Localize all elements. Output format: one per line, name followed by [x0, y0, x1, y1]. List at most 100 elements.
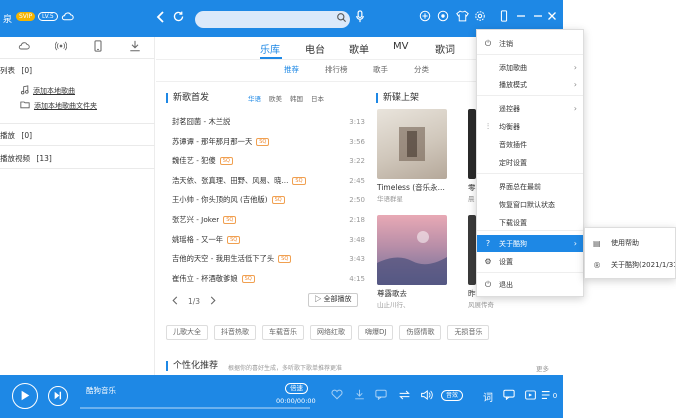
mic-icon[interactable]: [353, 10, 367, 24]
tab-library[interactable]: 乐库: [260, 41, 280, 56]
settings-icon[interactable]: [473, 10, 487, 24]
playback-mode-icon[interactable]: [523, 389, 537, 403]
song-row[interactable]: 封茗囧菌 - 木兰説 3:13: [172, 115, 365, 129]
album-cover[interactable]: [377, 109, 447, 179]
tab-lyrics[interactable]: 歌词: [435, 41, 455, 56]
menu-item[interactable]: ⚙ 设置: [477, 253, 583, 270]
song-name[interactable]: 王小帅 - 你头顶的风 (吉他版): [172, 195, 268, 205]
song-name[interactable]: 封茗囧菌 - 木兰説: [172, 117, 230, 127]
menu-item[interactable]: 遥控器 ›: [477, 100, 583, 117]
more-link[interactable]: 更多: [536, 363, 549, 373]
next-page-icon[interactable]: [210, 296, 216, 307]
menu-item[interactable]: 音效插件: [477, 136, 583, 153]
close-icon[interactable]: [545, 10, 559, 24]
menu-item[interactable]: ⏻ 注销: [477, 35, 583, 52]
subtab-singers[interactable]: 歌手: [373, 64, 388, 75]
subtab-charts[interactable]: 排行榜: [325, 64, 348, 75]
now-playing-title[interactable]: 酷狗音乐: [86, 385, 116, 396]
search-input[interactable]: [195, 11, 350, 28]
refresh-icon[interactable]: [171, 10, 185, 24]
album-artist[interactable]: 风展传奇: [468, 299, 494, 309]
level-badge[interactable]: LV.5: [38, 12, 58, 21]
album-title[interactable]: Timeless (音乐永...: [377, 182, 457, 193]
user-name[interactable]: 泉: [3, 12, 12, 25]
back-icon[interactable]: [154, 10, 168, 24]
loop-mode-icon[interactable]: [397, 389, 411, 403]
album-artist[interactable]: 山止川行、: [377, 299, 410, 309]
game-icon[interactable]: [436, 10, 450, 24]
cloud-tab-icon[interactable]: [17, 40, 31, 54]
menu-item[interactable]: ? 关于酷狗 ›: [477, 235, 583, 252]
song-name[interactable]: 张艺兴 - Joker: [172, 215, 219, 225]
search-icon[interactable]: [336, 12, 348, 24]
volume-icon[interactable]: [419, 389, 433, 403]
album-cover[interactable]: [468, 215, 476, 285]
album-artist[interactable]: 华语群星: [377, 193, 403, 203]
menu-item[interactable]: 恢复窗口默认状态: [477, 196, 583, 213]
menu-item[interactable]: 界面总在最前: [477, 178, 583, 195]
minimize-icon[interactable]: [514, 10, 528, 24]
tab-radio[interactable]: 电台: [305, 41, 325, 56]
cloud-icon[interactable]: [60, 10, 74, 24]
album-cover[interactable]: [468, 109, 476, 179]
song-row[interactable]: 苏谭谭 - 那年那月那一天 SQ 3:56: [172, 135, 365, 149]
filter-western[interactable]: 欧美: [269, 93, 282, 103]
category-chip[interactable]: 网络红歌: [310, 325, 352, 340]
song-name[interactable]: 浩天依、张真理、田野、风易、晓...: [172, 176, 288, 186]
menu-item[interactable]: ⏻ 退出: [477, 276, 583, 293]
category-chip[interactable]: 儿歌大全: [166, 325, 208, 340]
vip-badge[interactable]: SVIP: [16, 12, 36, 21]
category-chip[interactable]: 车载音乐: [262, 325, 304, 340]
play-button[interactable]: [12, 383, 38, 409]
tab-mv[interactable]: MV: [393, 41, 408, 52]
menu-item[interactable]: 定时设置: [477, 154, 583, 171]
filter-chinese[interactable]: 华语: [248, 93, 261, 103]
sound-effect-button[interactable]: 音效: [441, 390, 464, 401]
playlist-button[interactable]: 0: [537, 389, 561, 403]
comment-icon[interactable]: [374, 389, 388, 403]
song-row[interactable]: 崔伟立 - 杯酒敬爹娘 SQ 4:15: [172, 272, 365, 286]
song-name[interactable]: 苏谭谭 - 那年那月那一天: [172, 137, 252, 147]
album-title[interactable]: 尊露歌去: [377, 288, 457, 299]
play-all-button[interactable]: ▷ 全部播放: [308, 293, 358, 307]
filter-korean[interactable]: 韩国: [290, 93, 303, 103]
restore-icon[interactable]: [531, 10, 545, 24]
skin-icon[interactable]: [455, 10, 469, 24]
radio-icon[interactable]: [54, 40, 68, 54]
subtab-categories[interactable]: 分类: [414, 64, 429, 75]
album-artist[interactable]: 晨: [468, 193, 475, 203]
next-button[interactable]: [48, 386, 68, 406]
add-local-folder-link[interactable]: 添加本地歌曲文件夹: [20, 100, 97, 111]
category-chip[interactable]: 抖音热歌: [214, 325, 256, 340]
song-row[interactable]: 吉他的天空 - 我用生活低下了头 SQ 3:43: [172, 252, 365, 266]
category-chip[interactable]: 嗨爆DJ: [358, 325, 394, 340]
category-chip[interactable]: 伤感情歌: [399, 325, 442, 340]
filter-japanese[interactable]: 日本: [311, 93, 324, 103]
category-chip[interactable]: 无损音乐: [447, 325, 490, 340]
mini-mode-icon[interactable]: [497, 10, 511, 24]
lyric-button[interactable]: 词: [483, 389, 493, 404]
song-name[interactable]: 崔伟立 - 杯酒敬爹娘: [172, 274, 238, 284]
menu-item[interactable]: 添加歌曲 ›: [477, 59, 583, 76]
add-icon[interactable]: [418, 10, 432, 24]
tab-playlist[interactable]: 歌单: [349, 41, 369, 56]
song-row[interactable]: 浩天依、张真理、田野、风易、晓... SQ 2:45: [172, 174, 365, 188]
speed-button[interactable]: 倍速: [285, 383, 308, 394]
add-local-song-link[interactable]: 添加本地歌曲: [20, 85, 75, 97]
menu-item[interactable]: 下载设置: [477, 214, 583, 231]
prev-page-icon[interactable]: [172, 296, 178, 307]
subtab-recommend[interactable]: 推荐: [284, 64, 299, 75]
submenu-item[interactable]: ® 关于酷狗(2021/1/31): [585, 256, 675, 274]
progress-bar[interactable]: [80, 407, 310, 409]
download-icon[interactable]: [128, 40, 142, 54]
device-icon[interactable]: [91, 40, 105, 54]
song-name[interactable]: 吉他的天空 - 我用生活低下了头: [172, 254, 274, 264]
song-row[interactable]: 张艺兴 - Joker SQ 2:18: [172, 213, 365, 227]
download-icon[interactable]: [352, 389, 366, 403]
menu-item[interactable]: ⫶ 均衡器: [477, 118, 583, 135]
chat-icon[interactable]: [502, 389, 516, 403]
submenu-item[interactable]: ▤ 使用帮助: [585, 234, 675, 252]
video-play-header[interactable]: 播放视频 [13]: [0, 153, 52, 164]
song-row[interactable]: 王小帅 - 你头顶的风 (吉他版) SQ 2:50: [172, 193, 365, 207]
album-cover[interactable]: [377, 215, 447, 285]
